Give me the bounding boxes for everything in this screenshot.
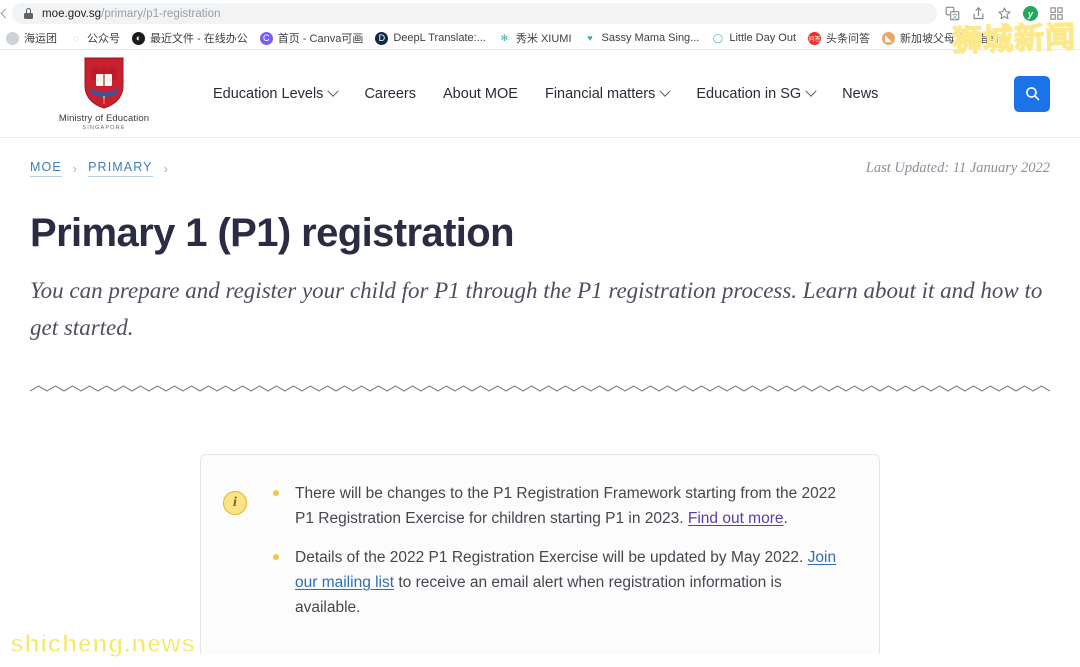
page-body: Primary 1 (P1) registration You can prep… [0,211,1080,655]
bookmark-item[interactable]: ✻ 秀米 XIUMI [492,28,578,48]
translate-icon[interactable]: 文 [945,6,960,21]
bookmark-item[interactable]: ♥ Sassy Mama Sing... [578,30,706,47]
recent-files-favicon: ◐ [132,31,145,45]
share-icon[interactable] [971,6,986,21]
browser-toolbar: moe.gov.sg/primary/p1-registration 文 y [0,0,1080,27]
callout-bullet: Details of the 2022 P1 Registration Exer… [267,545,849,620]
bookmark-label: 头条问答 [826,33,870,45]
chevron-down-icon [327,85,340,97]
breadcrumb-separator-icon: › [163,161,168,176]
page-title: Primary 1 (P1) registration [30,211,515,255]
nav-item-label: Education in SG [696,85,802,102]
address-bar[interactable]: moe.gov.sg/primary/p1-registration [12,3,937,24]
main-navigation: Education Levels Careers About MOE Financia… [188,85,1014,102]
bookmark-item[interactable]: ◐ 最近文件 - 在线办公 [126,28,254,48]
inline-link[interactable]: Find out more [688,510,784,527]
site-header: Ministry of Education SINGAPORE Educatio… [0,50,1080,138]
bookmark-label: DeepL Translate:... [393,32,486,44]
nav-item-education-in-sg[interactable]: Education in SG [696,85,817,102]
search-icon [1025,87,1039,101]
nav-item-news[interactable]: News [842,86,878,102]
extensions-icon[interactable] [1049,6,1064,21]
nav-item-label: About MOE [443,85,518,102]
bookmark-item[interactable]: 问答 头条问答 [802,28,876,48]
bookmark-label: 首页 - Canva可画 [277,33,364,45]
page-lede: You can prepare and register your child … [30,278,1043,340]
url-text: moe.gov.sg/primary/p1-registration [42,8,221,20]
bookmark-item[interactable]: ◣ 新加坡父母育儿指南 [876,28,1005,48]
info-callout: i There will be changes to the P1 Regist… [200,453,880,655]
nav-item-education-levels[interactable]: Education Levels [213,85,340,102]
chevron-down-icon [659,85,672,97]
back-arrow-icon[interactable] [0,7,10,21]
nav-item-label: Education Levels [213,85,324,102]
nav-item-label: News [842,85,879,102]
bullet-text: . [783,509,788,527]
moe-crest-icon [84,57,124,109]
deepl-favicon: D [375,31,389,45]
nav-item-label: Careers [364,85,417,102]
callout-wrapper: i There will be changes to the P1 Regist… [30,453,1050,655]
callout-bullet-list: There will be changes to the P1 Registra… [267,481,849,635]
shipping-favicon [6,31,19,45]
url-host: moe.gov.sg [42,7,102,20]
info-icon: i [223,490,247,515]
last-updated-label: Last Updated: 11 January 2022 [865,160,1050,176]
extension-avatar-icon[interactable]: y [1023,6,1038,21]
bookmark-item[interactable]: ◯ Little Day Out [705,30,802,47]
breadcrumb-item[interactable]: MOE [30,160,62,177]
bookmark-label: 秀米 XIUMI [515,33,572,45]
xiumi-favicon: ✻ [497,31,511,45]
bookmark-item[interactable]: D DeepL Translate:... [369,30,492,47]
logo-name: Ministry of Education [58,113,150,124]
bookmark-label: 最近文件 - 在线办公 [150,33,248,45]
nav-item-careers[interactable]: Careers [364,86,416,102]
toolbar-icon-group: 文 y [945,6,1066,21]
breadcrumb: MOE › PRIMARY › [30,160,168,177]
browser-chrome: moe.gov.sg/primary/p1-registration 文 y 海… [0,0,1080,50]
toutiao-favicon: 问答 [808,31,821,45]
bookmark-label: 公众号 [87,33,120,45]
site-logo[interactable]: Ministry of Education SINGAPORE [50,56,158,131]
url-path: /primary/p1-registration [101,7,221,20]
callout-bullet: There will be changes to the P1 Registra… [267,481,849,531]
breadcrumb-row: MOE › PRIMARY › Last Updated: 11 January 20… [0,138,1080,177]
bookmark-label: Little Day Out [729,32,796,44]
bookmark-label: Sassy Mama Sing... [601,32,700,44]
breadcrumb-item[interactable]: PRIMARY [88,160,153,177]
search-button[interactable] [1014,75,1050,112]
lock-icon [24,8,33,19]
nav-item-financial-matters[interactable]: Financial matters [544,85,672,102]
bookmark-star-icon[interactable] [997,6,1012,21]
bookmarks-bar: 海运团 ◌ 公众号 ◐ 最近文件 - 在线办公 C 首页 - Canva可画 D DeepL T… [0,27,1080,50]
nav-item-about-moe[interactable]: About MOE [443,86,518,102]
chevron-down-icon [805,85,817,97]
bullet-text: Details of the 2022 P1 Registration Exer… [295,548,808,566]
webpage-content: Ministry of Education SINGAPORE Educatio… [0,50,1080,667]
nav-item-label: Financial matters [544,85,656,102]
parenting-guide-favicon: ◣ [882,31,895,45]
bookmark-label: 海运团 [24,33,57,45]
bookmark-item[interactable]: 海运团 [0,28,63,48]
breadcrumb-separator-icon: › [72,161,78,176]
bookmark-item[interactable]: C 首页 - Canva可画 [254,28,370,48]
canva-favicon: C [259,31,273,45]
logo-subtitle: SINGAPORE [82,125,126,131]
little-day-out-favicon: ◯ [711,31,725,45]
bookmark-item[interactable]: ◌ 公众号 [63,28,126,48]
zigzag-divider [29,384,1051,392]
sassy-mama-favicon: ♥ [583,31,597,45]
wechat-official-favicon: ◌ [69,31,82,45]
bookmark-label: 新加坡父母育儿指南 [900,33,999,45]
